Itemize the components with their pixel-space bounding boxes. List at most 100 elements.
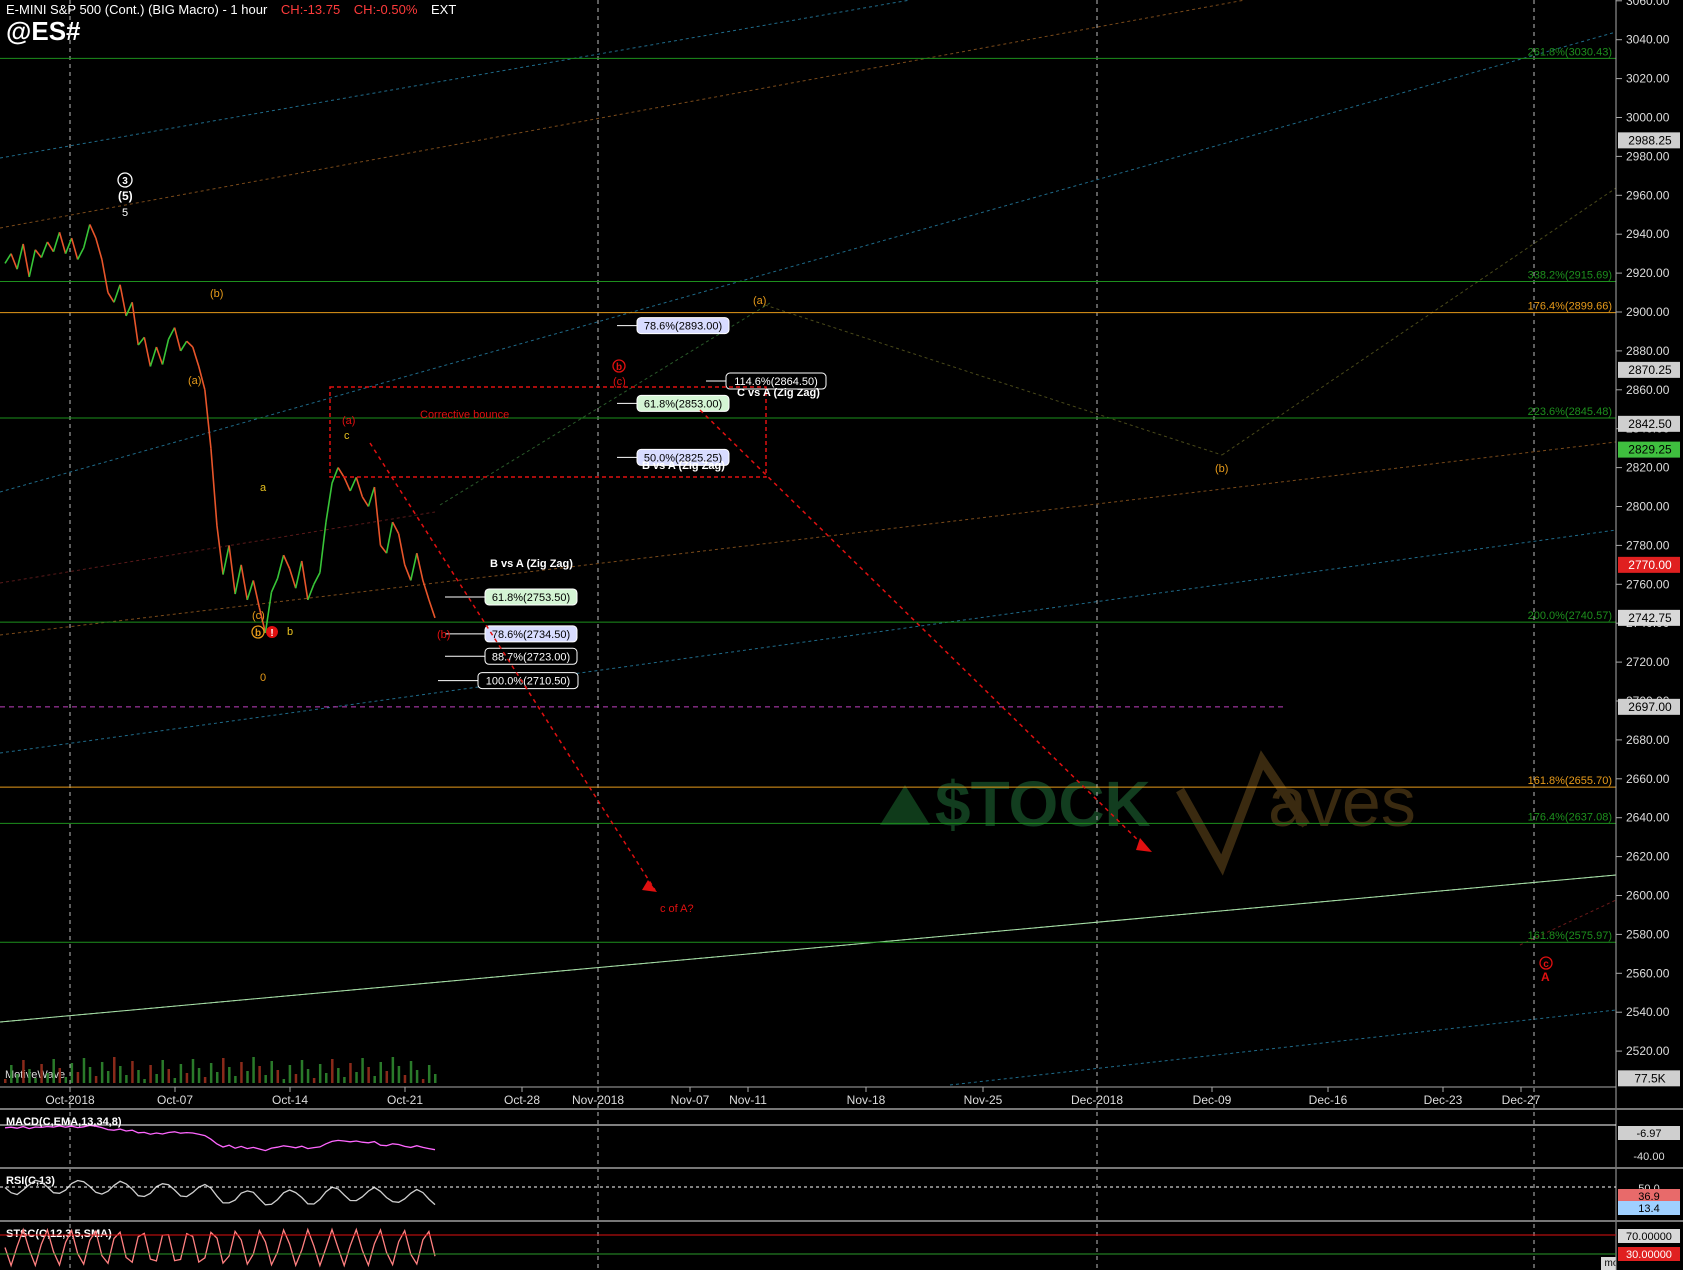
price-axis-label: 3000.00 bbox=[1626, 111, 1670, 125]
price-axis-label: 2960.00 bbox=[1626, 188, 1670, 202]
wave-label: (b) bbox=[437, 629, 450, 641]
volume-bar bbox=[294, 1074, 298, 1083]
price-segment bbox=[10, 253, 18, 270]
price-segment bbox=[246, 580, 255, 601]
volume-bar bbox=[22, 1060, 25, 1083]
trendline bbox=[764, 304, 1223, 456]
retracement-label: 78.6%(2893.00) bbox=[644, 321, 722, 333]
volume-bar bbox=[246, 1071, 249, 1083]
price-segment bbox=[355, 477, 364, 498]
volume-bar bbox=[427, 1065, 431, 1083]
volume-bar bbox=[173, 1078, 177, 1083]
fib-level-label: 176.4%(2637.08) bbox=[1528, 811, 1612, 823]
time-axis-label: Oct-21 bbox=[387, 1093, 423, 1107]
fib-level-label: 161.8%(2655.70) bbox=[1528, 775, 1612, 787]
price-segment bbox=[155, 346, 164, 365]
fib-level-label: 161.8%(2575.97) bbox=[1528, 930, 1612, 942]
time-axis-label: Dec-2018 bbox=[1071, 1093, 1123, 1107]
fib-level-label: 200.0%(2740.57) bbox=[1528, 610, 1612, 622]
volume-bar bbox=[28, 1069, 31, 1083]
volume-bar bbox=[367, 1067, 370, 1083]
price-segment bbox=[70, 237, 79, 260]
wave-label: (c) bbox=[613, 376, 626, 388]
price-segment bbox=[4, 253, 12, 264]
time-axis-label: Oct-07 bbox=[157, 1093, 193, 1107]
volume-bar bbox=[306, 1069, 310, 1083]
retracement-label: 100.0%(2710.50) bbox=[486, 676, 570, 688]
volume-bar bbox=[197, 1068, 201, 1083]
wave-circle-label: c bbox=[1543, 959, 1549, 970]
watermark-stock-text: $TOCK bbox=[935, 768, 1151, 840]
time-axis-label: Nov-07 bbox=[671, 1093, 710, 1107]
price-segment bbox=[167, 327, 176, 340]
volume-bar bbox=[312, 1078, 316, 1083]
watermark-waves-text: aves bbox=[1268, 763, 1416, 841]
price-segment bbox=[161, 339, 170, 365]
price-axis-label: 2940.00 bbox=[1626, 227, 1670, 241]
price-segment bbox=[397, 533, 406, 566]
price-segment bbox=[367, 486, 376, 507]
price-segment bbox=[82, 224, 91, 249]
volume-bar bbox=[100, 1062, 104, 1083]
price-segment bbox=[16, 243, 24, 270]
volume-bar bbox=[409, 1061, 413, 1083]
volume-bar bbox=[331, 1059, 334, 1083]
wave-label: b bbox=[287, 626, 293, 638]
price-chart[interactable]: $TOCK aves 261.8%(3030.43) 338.2%(2915.69) 1… bbox=[0, 0, 1683, 1270]
price-segment bbox=[270, 578, 279, 593]
volume-bar bbox=[355, 1072, 358, 1083]
price-segment bbox=[186, 340, 194, 348]
price-segment bbox=[58, 232, 67, 254]
volume-bar bbox=[10, 1065, 13, 1083]
volume-bar bbox=[264, 1075, 267, 1083]
volume-bar bbox=[58, 1068, 62, 1083]
price-segment bbox=[288, 568, 297, 589]
price-segment bbox=[252, 580, 261, 608]
price-axis-label: 2620.00 bbox=[1626, 850, 1670, 864]
wave-label: a bbox=[260, 482, 267, 494]
trendline-solid bbox=[0, 874, 1617, 1023]
price-segment bbox=[216, 525, 224, 575]
wave-label: (c) bbox=[252, 610, 265, 622]
price-segment bbox=[191, 346, 200, 367]
price-segment bbox=[131, 302, 140, 346]
price-segment bbox=[349, 476, 357, 492]
volume-bar bbox=[185, 1073, 189, 1083]
wave-circle-label: b bbox=[616, 362, 622, 373]
wave-circle-label: 3 bbox=[122, 176, 128, 187]
volume-bar bbox=[179, 1064, 183, 1083]
price-segment bbox=[422, 580, 430, 601]
price-segment bbox=[64, 237, 73, 254]
price-tag-label: 77.5K bbox=[1634, 1071, 1665, 1085]
volume-bar bbox=[40, 1064, 43, 1083]
price-segment bbox=[28, 249, 37, 278]
price-segment bbox=[319, 521, 327, 573]
volume-bar bbox=[403, 1075, 407, 1083]
price-segment bbox=[222, 545, 230, 575]
time-axis-label: Nov-18 bbox=[847, 1093, 886, 1107]
price-segment bbox=[300, 560, 309, 600]
volume-bar bbox=[215, 1072, 219, 1083]
fib-level-label: 338.2%(2915.69) bbox=[1528, 269, 1612, 281]
volume-bar bbox=[16, 1074, 19, 1083]
price-segment bbox=[337, 467, 345, 478]
volume-bar bbox=[52, 1059, 55, 1083]
price-segment bbox=[428, 599, 436, 619]
price-axis-label: 2560.00 bbox=[1626, 966, 1670, 980]
price-axis-label: 2760.00 bbox=[1626, 577, 1670, 591]
price-tag-label: 2742.75 bbox=[1628, 611, 1672, 625]
wave-label: (b) bbox=[210, 288, 223, 300]
volume-bar bbox=[203, 1077, 207, 1083]
price-tag-label: 2829.25 bbox=[1628, 443, 1672, 457]
price-segment bbox=[234, 564, 242, 595]
wave-label: 5 bbox=[122, 207, 128, 219]
price-segment bbox=[34, 249, 42, 259]
volume-bar bbox=[240, 1062, 243, 1083]
price-axis-label: 2600.00 bbox=[1626, 889, 1670, 903]
wave-label: B vs A (Zig Zag) bbox=[490, 558, 573, 570]
volume-bar bbox=[4, 1079, 7, 1083]
price-axis-label: 2580.00 bbox=[1626, 927, 1670, 941]
trendline bbox=[0, 529, 1617, 754]
wave-label: (b) bbox=[1215, 463, 1228, 475]
price-segment bbox=[179, 340, 188, 352]
